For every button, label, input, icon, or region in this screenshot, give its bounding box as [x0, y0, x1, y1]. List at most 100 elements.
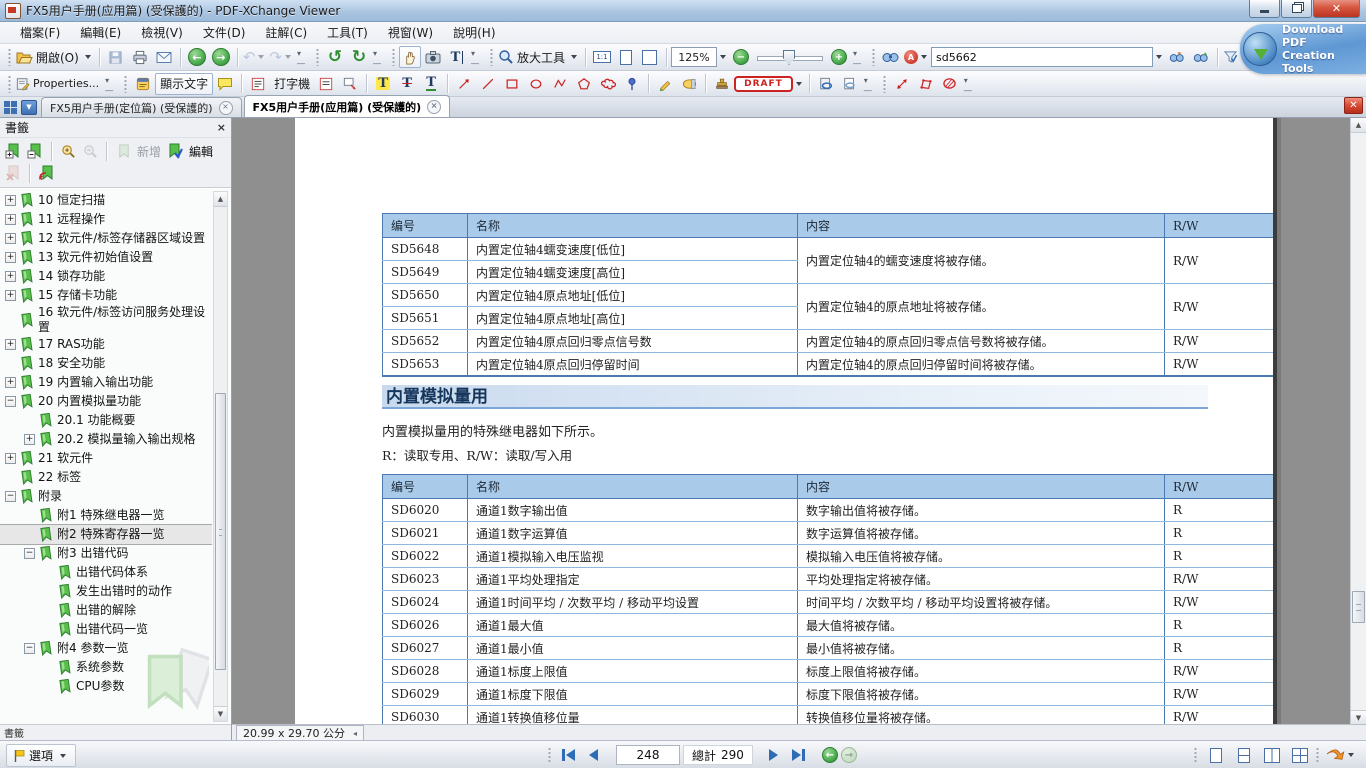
undo-button[interactable]: ↶ — [242, 46, 269, 68]
bookmark-expander[interactable]: + — [5, 233, 16, 244]
bookmark-expander[interactable]: + — [5, 214, 16, 225]
bookmarks-zoom-out-button[interactable] — [80, 141, 100, 161]
cloud-tool-button[interactable] — [596, 73, 620, 95]
bookmark-item[interactable]: 附2 特殊寄存器一览 — [0, 525, 212, 544]
collapse-all-button[interactable] — [25, 141, 45, 161]
bookmark-item[interactable]: −附录 — [0, 487, 212, 506]
strikeout-text-button[interactable]: T — [395, 73, 419, 95]
save-button[interactable] — [104, 46, 128, 68]
bookmark-item[interactable]: 出错的解除 — [0, 601, 212, 620]
expand-all-button[interactable] — [3, 141, 23, 161]
fit-width-button[interactable] — [638, 46, 662, 68]
menu-item[interactable]: 文件(D) — [193, 22, 256, 43]
bookmarks-footer-tab[interactable]: 書籤 — [4, 725, 24, 740]
link-tool-button[interactable] — [814, 73, 838, 95]
scroll-down-icon[interactable]: ▼ — [1351, 710, 1366, 725]
print-button[interactable] — [128, 46, 152, 68]
underline-text-button[interactable]: T — [419, 73, 443, 95]
typewriter-button[interactable]: 打字機 — [270, 73, 314, 95]
scroll-up-icon[interactable]: ▲ — [214, 192, 227, 207]
bookmark-item[interactable]: 出错代码一览 — [0, 620, 212, 639]
comment-bubble-button[interactable] — [213, 73, 237, 95]
export-arrow-button[interactable] — [1326, 744, 1358, 766]
continuous-page-button[interactable] — [1232, 744, 1256, 766]
named-link-button[interactable] — [838, 73, 862, 95]
zoom-slider-thumb[interactable] — [783, 50, 795, 65]
snapshot-button[interactable] — [421, 46, 445, 68]
history-forward-button[interactable]: → — [841, 747, 857, 763]
bookmark-expander[interactable]: + — [24, 434, 35, 445]
bookmark-item[interactable]: +15 存储卡功能 — [0, 286, 212, 305]
bookmark-item[interactable]: 系统参数 — [0, 658, 212, 677]
menu-item[interactable]: 註解(C) — [255, 22, 317, 43]
panel-close-icon[interactable]: × — [217, 121, 226, 134]
bookmark-expander[interactable]: + — [5, 195, 16, 206]
bookmark-item[interactable]: +14 锁存功能 — [0, 267, 212, 286]
new-bookmark-button[interactable] — [113, 141, 133, 161]
go-back-button[interactable]: ← — [185, 46, 209, 68]
restore-button[interactable] — [1281, 0, 1312, 18]
polyline-tool-button[interactable] — [548, 73, 572, 95]
document-scrollbar[interactable]: ▲ ▼ — [1350, 118, 1366, 725]
first-page-button[interactable] — [557, 745, 579, 765]
show-text-button[interactable]: 顯示文字 — [155, 73, 213, 95]
scrollbar-thumb[interactable] — [1352, 591, 1365, 623]
stamp-preview[interactable]: DRAFT — [734, 76, 793, 92]
history-back-button[interactable]: ← — [822, 747, 838, 763]
menu-item[interactable]: 編輯(E) — [70, 22, 131, 43]
pin-tool-button[interactable] — [620, 73, 644, 95]
zoom-tool-button[interactable]: 放大工具 — [497, 46, 581, 68]
go-forward-button[interactable]: → — [209, 46, 233, 68]
bookmark-item[interactable]: CPU参数 — [0, 677, 212, 696]
menu-item[interactable]: 工具(T) — [317, 22, 378, 43]
open-button[interactable]: 開啟(O) — [15, 46, 95, 68]
bookmark-item[interactable]: −附4 参数一览 — [0, 639, 212, 658]
scroll-down-icon[interactable]: ▼ — [214, 706, 227, 721]
search-provider-button[interactable]: A — [903, 46, 931, 68]
bookmark-item[interactable]: 16 软元件/标签访问服务处理设置 — [0, 305, 212, 335]
tab-close-icon[interactable]: × — [219, 101, 233, 115]
bookmark-expander[interactable]: + — [5, 290, 16, 301]
menu-item[interactable]: 視窗(W) — [378, 22, 443, 43]
highlighter-tool-button[interactable] — [677, 73, 701, 95]
bookmark-item[interactable]: 20.1 功能概要 — [0, 411, 212, 430]
bookmark-item[interactable]: 附1 特殊继电器一览 — [0, 506, 212, 525]
zoom-slider[interactable] — [757, 48, 823, 66]
text-box-button[interactable] — [246, 73, 270, 95]
window-tile-icon[interactable] — [4, 101, 17, 114]
hand-tool-button[interactable] — [399, 46, 421, 68]
bookmark-item[interactable]: +12 软元件/标签存储器区域设置 — [0, 229, 212, 248]
text-frame-button[interactable] — [314, 73, 338, 95]
bookmark-item[interactable]: −附3 出错代码 — [0, 544, 212, 563]
rectangle-tool-button[interactable] — [500, 73, 524, 95]
fit-page-button[interactable] — [614, 46, 638, 68]
bookmark-expander[interactable]: − — [5, 396, 16, 407]
current-page-input[interactable]: 248 — [616, 745, 680, 765]
bookmarks-zoom-in-button[interactable] — [58, 141, 78, 161]
ellipse-tool-button[interactable] — [524, 73, 548, 95]
properties-button[interactable]: Properties... — [15, 73, 103, 95]
bookmark-item[interactable]: 18 安全功能 — [0, 354, 212, 373]
bookmark-item[interactable]: +11 远程操作 — [0, 210, 212, 229]
menu-item[interactable]: 檢視(V) — [131, 22, 193, 43]
bookmark-item[interactable]: 发生出错时的动作 — [0, 582, 212, 601]
close-button[interactable]: ✕ — [1313, 0, 1360, 18]
close-document-button[interactable]: ✕ — [1344, 97, 1363, 114]
prev-page-button[interactable] — [582, 745, 604, 765]
line-tool-button[interactable] — [476, 73, 500, 95]
bookmark-expander[interactable]: + — [5, 271, 16, 282]
bookmark-item[interactable]: +13 软元件初始值设置 — [0, 248, 212, 267]
measure-area-button[interactable] — [938, 73, 962, 95]
bookmark-item[interactable]: +21 软元件 — [0, 449, 212, 468]
sticky-note-button[interactable] — [131, 73, 155, 95]
last-page-button[interactable] — [788, 745, 810, 765]
zoom-level-value[interactable]: 125% — [671, 47, 717, 67]
facing-pages-button[interactable] — [1260, 744, 1284, 766]
find-next-button[interactable] — [1189, 46, 1213, 68]
rotate-cw-button[interactable]: ↻ — [347, 46, 371, 68]
options-button[interactable]: 選項 — [6, 744, 76, 767]
bookmark-item[interactable]: −20 内置模拟量功能 — [0, 392, 212, 411]
tab-list-dropdown[interactable]: ▼ — [21, 100, 37, 115]
highlight-text-button[interactable]: T — [371, 73, 395, 95]
bookmark-item[interactable]: +17 RAS功能 — [0, 335, 212, 354]
